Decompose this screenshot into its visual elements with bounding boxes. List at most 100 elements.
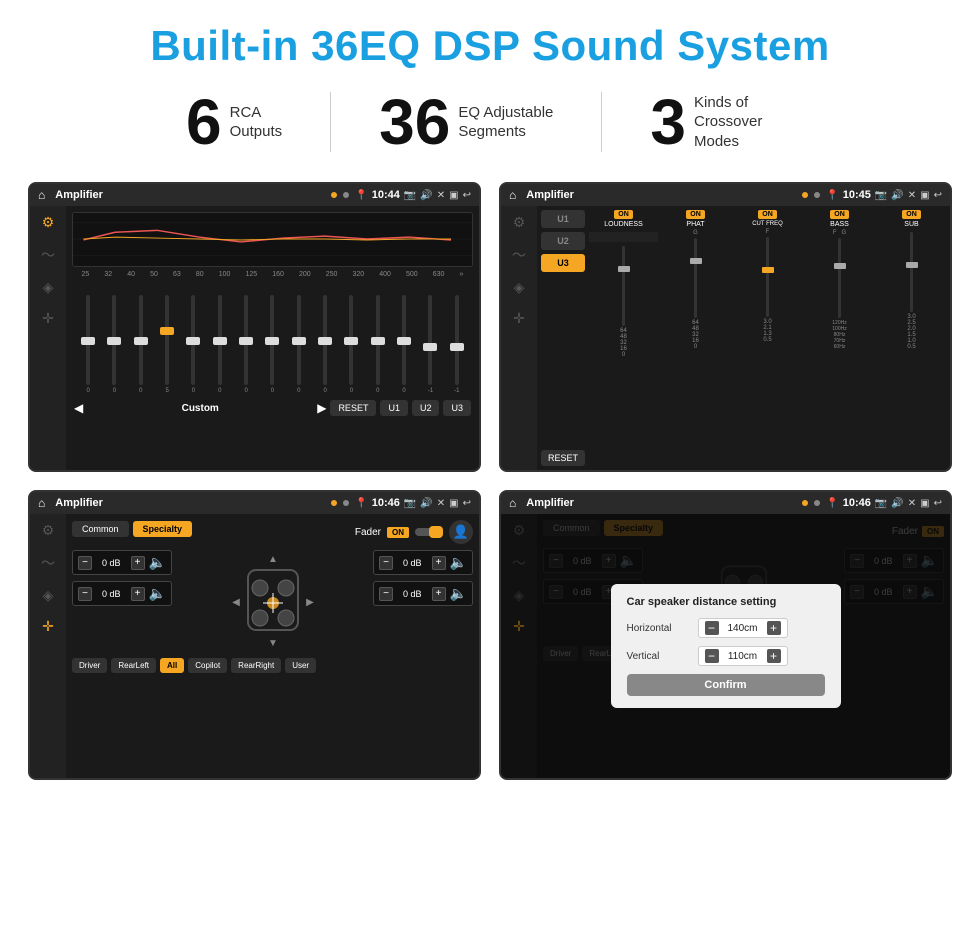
home-icon-3[interactable]: ⌂ xyxy=(38,496,45,510)
fader-on-badge: ON xyxy=(387,527,409,538)
u2-button[interactable]: U2 xyxy=(412,400,440,416)
eq-graph xyxy=(72,212,473,267)
xover-phat: ON PHAT G 64 48 32 16 0 xyxy=(661,210,730,466)
next-arrow[interactable]: ▶ xyxy=(317,401,326,415)
tab-common[interactable]: Common xyxy=(72,521,129,537)
preset-label: Custom xyxy=(87,403,313,414)
eq-icon-2[interactable]: ⚙ xyxy=(513,214,526,231)
preset-u3[interactable]: U3 xyxy=(541,254,585,272)
home-icon-4[interactable]: ⌂ xyxy=(509,496,516,510)
cross-icon-1[interactable]: ✛ xyxy=(42,310,54,327)
reset-button-1[interactable]: RESET xyxy=(330,400,376,416)
speaker-side-icon-3[interactable]: ◈ xyxy=(43,587,54,604)
btn-user[interactable]: User xyxy=(285,658,316,673)
u3-button[interactable]: U3 xyxy=(443,400,471,416)
vertical-minus[interactable]: − xyxy=(705,649,719,663)
vol-icon-2: 🔊 xyxy=(891,190,903,201)
preset-u2[interactable]: U2 xyxy=(541,232,585,250)
btn-driver[interactable]: Driver xyxy=(72,658,107,673)
back-icon-1[interactable]: ↩ xyxy=(463,190,471,201)
vol-minus-2[interactable]: − xyxy=(379,556,393,570)
btn-rearright[interactable]: RearRight xyxy=(231,658,281,673)
more-icon[interactable]: » xyxy=(459,271,463,278)
slider-10: 0 xyxy=(339,295,363,394)
slider-8: 0 xyxy=(287,295,311,394)
eq-freq-labels: 2532405063 80100125160200 25032040050063… xyxy=(72,271,473,278)
u1-button[interactable]: U1 xyxy=(380,400,408,416)
reset-button-2[interactable]: RESET xyxy=(541,450,585,466)
xover-cutfreq: ON CUT FREQ F 3.0 2.1 1.3 0.5 xyxy=(733,210,802,466)
home-icon-1[interactable]: ⌂ xyxy=(38,188,45,202)
home-icon-2[interactable]: ⌂ xyxy=(509,188,516,202)
fader-tabs: Common Specialty xyxy=(72,521,192,537)
x-icon-3[interactable]: ✕ xyxy=(437,498,445,509)
status-bar-2: ⌂ Amplifier 📍 10:45 📷 🔊 ✕ ▣ ↩ xyxy=(501,184,950,206)
xover-bass: ON BASS F G 120Hz 100Hz 80Hz 70Hz 60Hz xyxy=(805,210,874,466)
wave-icon-2[interactable]: 〜 xyxy=(512,245,526,265)
time-2: 10:45 xyxy=(843,189,871,201)
screen1-content: ⚙ 〜 ◈ ✛ xyxy=(30,206,479,470)
back-icon-4[interactable]: ↩ xyxy=(934,498,942,509)
btn-rearleft[interactable]: RearLeft xyxy=(111,658,156,673)
pin-icon-3: 📍 xyxy=(355,498,367,509)
speaker-icon-2: 🔈 xyxy=(450,554,467,571)
status-dot-2 xyxy=(802,192,808,198)
confirm-button[interactable]: Confirm xyxy=(627,674,825,696)
play-dot-2 xyxy=(814,192,820,198)
vol-minus-3[interactable]: − xyxy=(379,587,393,601)
sub-label: SUB xyxy=(904,221,918,228)
vol-row-0: − 0 dB + 🔈 xyxy=(72,550,172,575)
vol-plus-2[interactable]: + xyxy=(432,556,446,570)
preset-u1[interactable]: U1 xyxy=(541,210,585,228)
bass-badge: ON xyxy=(830,210,849,219)
app-name-3: Amplifier xyxy=(55,497,325,509)
screen-crossover: ⌂ Amplifier 📍 10:45 📷 🔊 ✕ ▣ ↩ ⚙ 〜 ◈ ✛ xyxy=(499,182,952,472)
prev-arrow[interactable]: ◀ xyxy=(74,401,83,415)
dialog-horizontal-row: Horizontal − 140cm + xyxy=(627,618,825,638)
back-icon-2[interactable]: ↩ xyxy=(934,190,942,201)
app-name-1: Amplifier xyxy=(55,189,325,201)
horizontal-plus[interactable]: + xyxy=(767,621,781,635)
bass-label: BASS xyxy=(830,221,849,228)
tab-specialty[interactable]: Specialty xyxy=(133,521,193,537)
camera-icon-4: 📷 xyxy=(875,498,887,509)
speaker-side-icon-1[interactable]: ◈ xyxy=(43,279,54,296)
x-icon-1[interactable]: ✕ xyxy=(437,190,445,201)
status-icons-4: 📍 10:46 📷 🔊 ✕ ▣ ↩ xyxy=(826,497,942,509)
vol-icon-1: 🔊 xyxy=(420,190,432,201)
btn-all[interactable]: All xyxy=(160,658,184,673)
screen-fader-dialog: ⌂ Amplifier 📍 10:46 📷 🔊 ✕ ▣ ↩ ⚙ 〜 ◈ ✛ xyxy=(499,490,952,780)
speaker-side-icon-2[interactable]: ◈ xyxy=(514,279,525,296)
fader-right-volumes: − 0 dB + 🔈 − 0 dB + 🔈 xyxy=(373,550,473,650)
screen-icon-2: ▣ xyxy=(920,190,929,201)
profile-icon[interactable]: 👤 xyxy=(453,524,469,540)
slider-9: 0 xyxy=(313,295,337,394)
cross-icon-2[interactable]: ✛ xyxy=(513,310,525,327)
sidebar-3: ⚙ 〜 ◈ ✛ xyxy=(30,514,66,778)
vol-plus-0[interactable]: + xyxy=(131,556,145,570)
vol-minus-1[interactable]: − xyxy=(78,587,92,601)
eq-icon-3[interactable]: ⚙ xyxy=(42,522,55,539)
stat-eq: 36 EQ Adjustable Segments xyxy=(331,90,601,154)
wave-icon-3[interactable]: 〜 xyxy=(41,553,55,573)
fader-left-volumes: − 0 dB + 🔈 − 0 dB + 🔈 xyxy=(72,550,172,650)
crossover-main-panel: U1 U2 U3 RESET ON LOUDNESS 64 xyxy=(537,206,950,470)
fader-main-panel: Common Specialty Fader ON 👤 xyxy=(66,514,479,778)
x-icon-2[interactable]: ✕ xyxy=(908,190,916,201)
eq-main-panel: 2532405063 80100125160200 25032040050063… xyxy=(66,206,479,470)
vol-plus-1[interactable]: + xyxy=(131,587,145,601)
vol-plus-3[interactable]: + xyxy=(432,587,446,601)
horizontal-value: 140cm xyxy=(723,623,763,634)
wave-icon-1[interactable]: 〜 xyxy=(41,245,55,265)
app-name-2: Amplifier xyxy=(526,189,796,201)
x-icon-4[interactable]: ✕ xyxy=(908,498,916,509)
play-dot-3 xyxy=(343,500,349,506)
screen-icon-3: ▣ xyxy=(449,498,458,509)
back-icon-3[interactable]: ↩ xyxy=(463,498,471,509)
vol-minus-0[interactable]: − xyxy=(78,556,92,570)
vertical-plus[interactable]: + xyxy=(767,649,781,663)
btn-copilot[interactable]: Copilot xyxy=(188,658,227,673)
eq-icon-1[interactable]: ⚙ xyxy=(42,214,55,231)
horizontal-minus[interactable]: − xyxy=(705,621,719,635)
cross-icon-3[interactable]: ✛ xyxy=(42,618,54,635)
